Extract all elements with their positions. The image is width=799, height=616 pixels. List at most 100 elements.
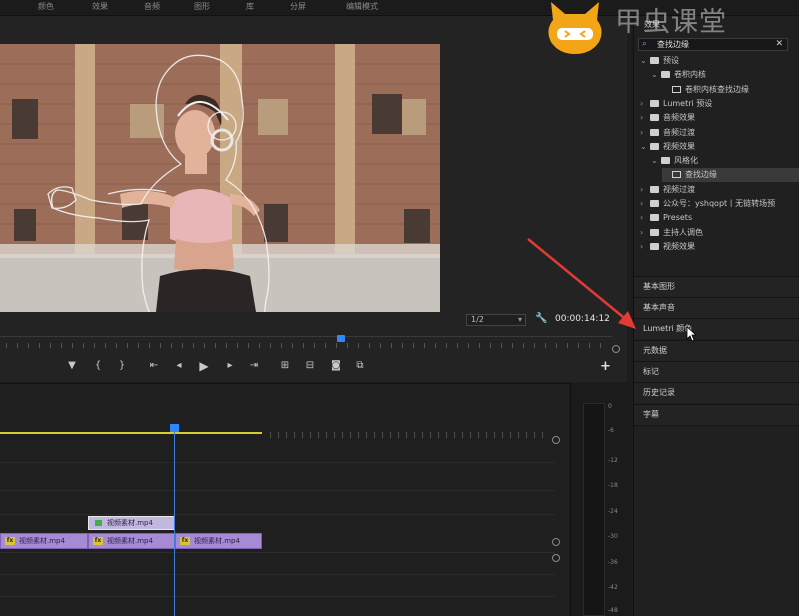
timeline-scroll-handle-top[interactable] [552, 436, 560, 444]
fx-badge-icon: fx [180, 537, 190, 545]
effects-tree-item[interactable]: › 视频过渡 [640, 183, 799, 197]
extract-icon[interactable]: ⊟ [302, 358, 318, 374]
panel-essential-sound[interactable]: 基本声音 [634, 297, 799, 318]
track-scroll-handle[interactable] [552, 538, 560, 546]
lift-icon[interactable]: ⊞ [277, 358, 293, 374]
effects-tree-item[interactable]: › 音频效果 [640, 111, 799, 125]
monitor-playhead[interactable] [337, 335, 345, 342]
effects-tree-item[interactable]: 查找边缘 [662, 168, 799, 183]
effects-tree-label: 公众号：yshqopt丨无链转场预 [663, 199, 776, 208]
upper-video-clip[interactable]: 视频素材.mp4 [88, 516, 175, 530]
mark-out-icon[interactable]: } [114, 358, 130, 374]
ruler-tick [374, 432, 375, 438]
clip-label: 视频素材.mp4 [19, 537, 65, 545]
ruler-tick [534, 343, 535, 348]
effects-tree-item[interactable]: › 视频效果 [640, 240, 799, 254]
ruler-tick [350, 432, 351, 438]
menu-libraries[interactable]: 库 [246, 0, 254, 14]
track-divider [0, 490, 555, 491]
panel-lumetri-color[interactable]: Lumetri 颜色 [634, 318, 799, 339]
folder-icon [661, 157, 670, 165]
folder-icon [650, 57, 659, 64]
ruler-tick [358, 432, 359, 438]
monitor-scroll-handle[interactable] [612, 345, 620, 353]
go-to-out-icon[interactable]: ⇥ [246, 358, 262, 374]
zoom-level-dropdown[interactable]: 1/2 [466, 314, 526, 326]
panel-markers[interactable]: 标记 [634, 361, 799, 382]
panel-metadata[interactable]: 元数据 [634, 340, 799, 361]
ruler-tick [494, 432, 495, 438]
effects-tree-item[interactable]: ⌄ 卷积内核 [651, 68, 799, 82]
work-area-bar[interactable] [0, 432, 262, 434]
timeline-panel [0, 383, 570, 616]
meter-level-label: -18 [608, 482, 618, 489]
ruler-tick [83, 343, 84, 348]
ruler-tick [292, 343, 293, 348]
folder-icon [650, 185, 659, 193]
effects-tree-item[interactable]: › 公众号：yshqopt丨无链转场预 [640, 197, 799, 211]
monitor-time-ruler[interactable] [0, 336, 612, 348]
panel-essential-graphics[interactable]: 基本图形 [634, 276, 799, 297]
chevron-right-icon[interactable]: › [640, 126, 650, 140]
ruler-tick [390, 432, 391, 438]
chevron-right-icon[interactable]: › [640, 183, 650, 197]
effects-tree-item[interactable]: › Presets [640, 211, 799, 225]
chevron-down-icon[interactable]: ⌄ [640, 140, 650, 154]
chevron-down-icon[interactable]: ⌄ [651, 154, 661, 168]
button-editor-plus-icon[interactable]: + [600, 359, 611, 374]
effects-tree-label: 卷积内核 [674, 70, 706, 80]
effects-tree-item[interactable]: 卷积内核查找边缘 [662, 83, 799, 97]
menu-color[interactable]: 颜色 [38, 0, 54, 14]
panel-captions[interactable]: 字幕 [634, 404, 799, 426]
effects-tree-item[interactable]: ⌄ 预设 [640, 54, 799, 68]
ruler-tick [286, 432, 287, 438]
ruler-tick [215, 343, 216, 348]
ruler-tick [226, 343, 227, 348]
track-scroll-handle[interactable] [552, 554, 560, 562]
chevron-right-icon[interactable]: › [640, 111, 650, 125]
chevron-down-icon[interactable]: ⌄ [640, 54, 650, 68]
panel-history[interactable]: 历史记录 [634, 382, 799, 403]
video-clip[interactable]: fx 视频素材.mp4 [88, 533, 175, 549]
play-icon[interactable]: ▶ [196, 358, 212, 374]
ruler-tick [259, 343, 260, 348]
go-to-in-icon[interactable]: ⇤ [146, 358, 162, 374]
comparison-view-icon[interactable]: ⧉ [352, 358, 368, 374]
effects-search-input[interactable]: ⌕ 查找边缘 ✕ [638, 38, 788, 51]
menu-audio[interactable]: 音频 [144, 0, 160, 14]
video-clip[interactable]: fx 视频素材.mp4 [0, 533, 88, 549]
effects-tree-item[interactable]: ⌄ 视频效果 [640, 140, 799, 154]
menu-editing[interactable]: 编辑模式 [346, 0, 378, 14]
video-clip[interactable]: fx 视频素材.mp4 [175, 533, 262, 549]
menu-effects[interactable]: 效果 [92, 0, 108, 14]
mark-in-icon[interactable]: { [90, 358, 106, 374]
effects-tree-label: 视频过渡 [663, 184, 695, 194]
ruler-tick [518, 432, 519, 438]
effects-tree-label: 查找边缘 [685, 170, 717, 180]
clear-search-icon[interactable]: ✕ [775, 39, 783, 50]
ruler-tick [414, 432, 415, 438]
effects-tree-item[interactable]: › Lumetri 预设 [640, 97, 799, 111]
step-forward-icon[interactable]: ▸ [222, 358, 238, 374]
step-back-icon[interactable]: ◂ [171, 358, 187, 374]
export-frame-camera-icon[interactable]: ◙ [328, 358, 344, 374]
effects-tree-item[interactable]: › 主持人调色 [640, 226, 799, 240]
ruler-tick [542, 432, 543, 438]
chevron-right-icon[interactable]: › [640, 97, 650, 111]
ruler-tick [17, 343, 18, 348]
chevron-down-icon[interactable]: ⌄ [651, 68, 661, 82]
add-marker-icon[interactable]: ▼ [64, 358, 80, 374]
effect-icon [672, 85, 681, 93]
chevron-right-icon[interactable]: › [640, 211, 650, 225]
effects-tree-item[interactable]: ⌄ 风格化 [651, 154, 799, 168]
effects-tree-item[interactable]: › 音频过渡 [640, 126, 799, 140]
upper-clip-label: 视频素材.mp4 [107, 519, 153, 527]
ruler-tick [50, 343, 51, 348]
search-icon: ⌕ [642, 39, 648, 49]
effects-tree-label: 音频效果 [663, 113, 695, 123]
chevron-right-icon[interactable]: › [640, 197, 650, 211]
timeline-ruler[interactable] [0, 424, 552, 438]
menu-split[interactable]: 分屏 [290, 0, 306, 14]
ruler-tick [457, 343, 458, 348]
menu-graphics[interactable]: 图形 [194, 0, 210, 14]
